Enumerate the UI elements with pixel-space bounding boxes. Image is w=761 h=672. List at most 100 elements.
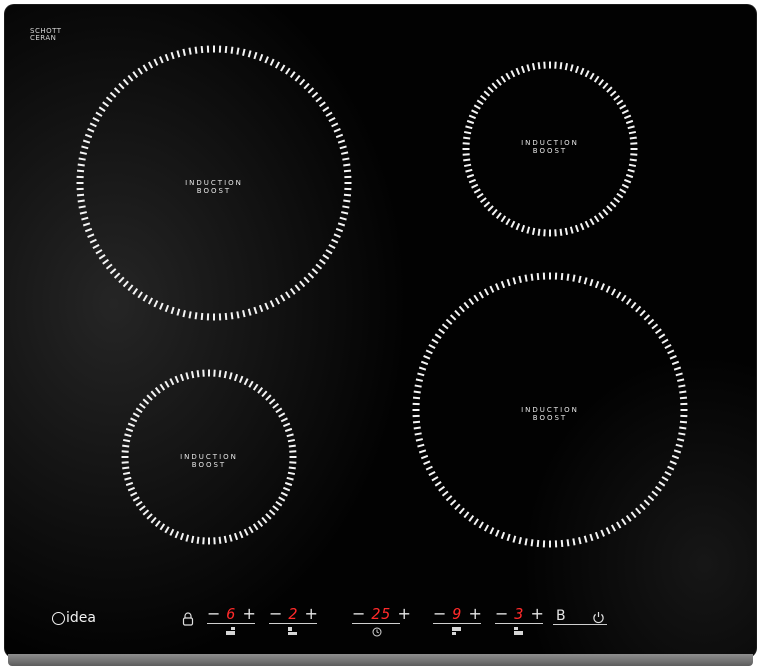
minus-button[interactable]: − [495,606,508,622]
ring-tick [425,349,433,355]
plus-button[interactable]: + [397,606,410,622]
plus-button[interactable]: + [530,606,543,622]
ring-tick [253,306,258,315]
power-level-display: 6 [226,605,237,623]
ring-tick [92,243,100,250]
ring-tick [331,122,339,128]
ring-tick [125,427,134,433]
ring-tick [661,476,669,482]
ring-tick [343,163,351,167]
ring-tick [95,249,103,255]
ring-tick [647,318,655,325]
ring-tick [441,323,449,330]
ring-tick [190,370,195,379]
ring-tick [81,145,89,150]
ring-tick [579,67,585,76]
ring-tick [418,366,427,371]
ring-tick [164,53,170,62]
ring-tick [135,500,143,507]
ring-tick [243,528,249,536]
ring-tick [248,380,254,388]
ring-tick [179,373,185,382]
ring-tick [425,465,433,471]
ring-tick [679,390,687,394]
ring-tick [294,74,301,82]
ring-tick [559,228,563,236]
ring-tick [658,481,666,487]
cooking-zone-front-left[interactable]: INDUCTION BOOST [121,369,297,545]
timer-display: 25 [371,605,392,623]
minus-button[interactable]: − [207,606,220,622]
ring-tick [341,211,349,215]
ring-tick [185,534,190,542]
ring-tick [176,308,181,316]
ring-tick [621,109,629,115]
ring-tick [113,87,121,94]
ring-tick [124,476,132,481]
ring-tick [463,511,470,519]
ring-tick [616,521,622,529]
ring-tick [658,333,666,339]
ring-tick [335,227,344,233]
ring-tick [621,294,627,302]
ring-tick [333,128,341,133]
ring-tick [623,178,632,184]
ring-tick [102,101,110,108]
ring-tick [218,370,222,378]
ring-tick [625,514,632,522]
ring-tick [473,518,479,526]
ring-tick [675,372,683,377]
ring-tick [583,535,588,543]
plus-button[interactable]: + [304,606,317,622]
ring-tick [154,520,161,528]
cooking-zone-rear-left[interactable]: INDUCTION BOOST [74,43,354,323]
ring-tick [518,275,522,283]
plus-button[interactable]: + [468,606,481,622]
ring-tick [89,238,97,244]
ring-tick [236,47,240,55]
ring-tick [287,438,296,443]
ring-tick [265,513,272,520]
ring-tick [510,70,516,78]
ring-tick [135,407,143,414]
ring-tick [520,224,526,233]
minus-button[interactable]: − [352,606,365,622]
ring-tick [247,50,252,58]
ring-tick [639,503,646,511]
ring-tick [593,215,600,223]
ring-tick [275,407,283,414]
ring-tick [495,529,500,537]
ring-tick [560,272,564,281]
ring-tick [466,119,475,125]
ring-tick [667,465,675,471]
ring-tick [500,531,506,540]
ring-tick [230,312,234,320]
minus-button[interactable]: − [269,606,282,622]
ring-tick [269,300,275,308]
ring-tick [337,139,346,144]
ring-tick [303,276,310,284]
plus-button[interactable]: + [242,606,255,622]
ring-tick [654,328,662,335]
cooking-zone-front-right[interactable]: INDUCTION BOOST [410,270,690,550]
ring-tick [621,183,629,189]
ring-tick [328,116,336,123]
ring-tick [307,272,315,279]
ring-tick [583,277,588,285]
ring-tick [651,323,659,330]
boost-button[interactable]: B [556,608,566,624]
minus-button[interactable]: − [433,606,446,622]
ring-tick [105,263,113,270]
power-button[interactable] [592,609,605,628]
ring-tick [584,220,590,228]
ring-tick [643,499,651,506]
ring-tick [127,74,134,82]
ring-tick [417,372,425,377]
ring-tick [566,539,570,547]
ring-tick [627,125,635,130]
cooking-zone-rear-right[interactable]: INDUCTION BOOST [462,61,638,237]
ring-tick [282,422,291,428]
lock-icon[interactable] [182,611,194,630]
ring-tick [127,284,134,292]
ring-tick [629,158,637,162]
